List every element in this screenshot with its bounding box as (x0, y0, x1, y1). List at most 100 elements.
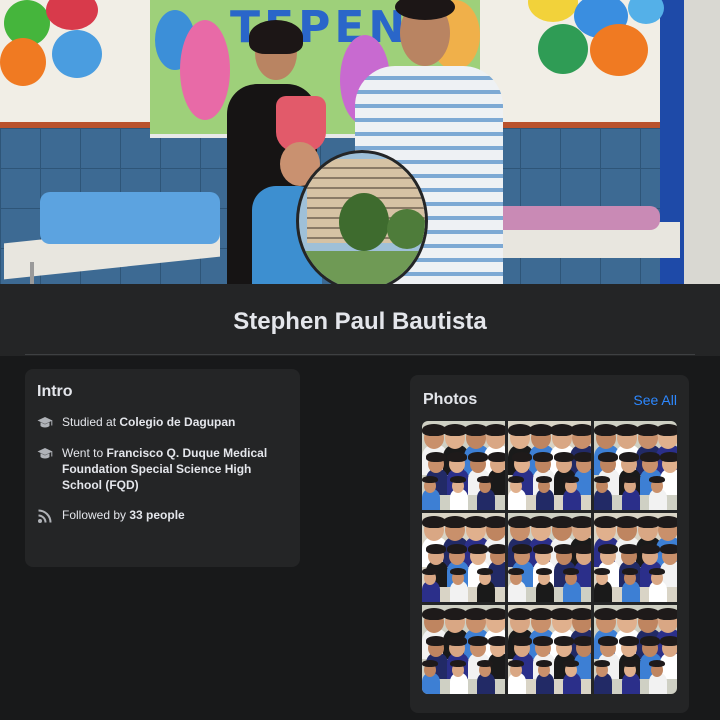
photo-hair (621, 568, 638, 576)
photo-hair (598, 544, 618, 554)
photo-hair (570, 424, 591, 436)
cartoon-figure (180, 20, 230, 120)
photo-hair (512, 636, 532, 646)
photo-hair (570, 608, 591, 620)
photo-hair (467, 544, 488, 554)
party-favors (40, 192, 220, 244)
photo-hair (477, 660, 494, 668)
photo-hair (426, 452, 446, 462)
photo-grid (422, 421, 677, 694)
photo-hair (594, 660, 610, 668)
balloon (590, 24, 648, 76)
photo-hair (467, 636, 488, 646)
photo-thumbnail[interactable] (508, 421, 591, 510)
profile-name: Stephen Paul Bautista (233, 308, 487, 335)
photo-hair (484, 608, 505, 620)
photo-hair (446, 452, 467, 462)
balloon (52, 30, 102, 78)
intro-item-education: Studied at Colegio de Dagupan (37, 414, 292, 431)
photo-hair (621, 476, 638, 484)
photo-hair (532, 544, 553, 554)
photo-hair (618, 636, 639, 646)
tree (339, 193, 389, 251)
profile-picture[interactable] (296, 150, 428, 284)
college-link[interactable]: Colegio de Dagupan (119, 415, 235, 429)
photos-title: Photos (423, 391, 478, 408)
photo-hair (535, 568, 552, 576)
photo-thumbnail[interactable] (594, 605, 677, 694)
photo-hair (477, 476, 494, 484)
photo-hair (426, 544, 446, 554)
photo-hair (508, 476, 524, 484)
intro-item-text: Went to Francisco Q. Duque Medical Found… (62, 446, 268, 492)
photo-hair (422, 476, 438, 484)
photos-card: Photos See All (410, 375, 689, 713)
photo-hair (449, 476, 466, 484)
photo-hair (553, 636, 574, 646)
photo-hair (656, 424, 677, 436)
photo-hair (598, 636, 618, 646)
photo-hair (422, 568, 438, 576)
profile-header: Stephen Paul Bautista (0, 284, 720, 356)
photo-hair (574, 544, 591, 554)
photo-hair (574, 636, 591, 646)
photo-hair (594, 568, 610, 576)
photo-hair (660, 452, 677, 462)
cover-photo[interactable]: TEPEN (0, 0, 720, 284)
photo-hair (488, 636, 505, 646)
balloon (0, 38, 46, 86)
photo-hair (563, 660, 580, 668)
photo-hair (467, 452, 488, 462)
photo-hair (508, 568, 524, 576)
photo-thumbnail[interactable] (594, 421, 677, 510)
photo-hair (618, 544, 639, 554)
photo-hair (484, 516, 505, 528)
intro-item-followers: Followed by 33 people (37, 507, 292, 524)
table-leg (30, 262, 34, 284)
cover-right-wall (684, 0, 720, 284)
rss-feed-icon (38, 509, 52, 523)
photo-hair (449, 660, 466, 668)
photo-hair (488, 544, 505, 554)
tree (387, 209, 425, 249)
photo-thumbnail[interactable] (594, 513, 677, 602)
intro-item-highschool: Went to Francisco Q. Duque Medical Found… (37, 445, 292, 493)
balloon (538, 24, 588, 74)
photo-hair (598, 452, 618, 462)
photo-hair (639, 636, 660, 646)
photo-hair (656, 608, 677, 620)
photo-thumbnail[interactable] (508, 605, 591, 694)
intro-item-text: Followed by 33 people (62, 508, 185, 522)
graduation-cap-icon (37, 417, 53, 428)
photo-hair (563, 476, 580, 484)
photo-hair (532, 636, 553, 646)
intro-card: Intro Studied at Colegio de Dagupan Went… (25, 369, 300, 567)
photo-hair (426, 636, 446, 646)
photo-hair (532, 452, 553, 462)
photo-thumbnail[interactable] (422, 605, 505, 694)
see-all-link[interactable]: See All (633, 392, 677, 408)
photo-hair (570, 516, 591, 528)
intro-title: Intro (37, 383, 73, 400)
photo-hair (446, 636, 467, 646)
photo-hair (484, 424, 505, 436)
photo-hair (563, 568, 580, 576)
photo-hair (512, 544, 532, 554)
photo-thumbnail[interactable] (508, 513, 591, 602)
photo-thumbnail[interactable] (422, 421, 505, 510)
photo-hair (446, 544, 467, 554)
photo-hair (508, 660, 524, 668)
party-favors (490, 206, 660, 230)
photo-thumbnail[interactable] (422, 513, 505, 602)
photo-hair (553, 452, 574, 462)
graduation-cap-icon (37, 448, 53, 459)
photo-hair (660, 544, 677, 554)
photo-hair (488, 452, 505, 462)
photo-hair (594, 476, 610, 484)
photo-hair (477, 568, 494, 576)
photo-hair (639, 452, 660, 462)
photo-hair (649, 660, 666, 668)
followers-link[interactable]: 33 people (129, 508, 184, 522)
photo-hair (553, 544, 574, 554)
photo-hair (656, 516, 677, 528)
